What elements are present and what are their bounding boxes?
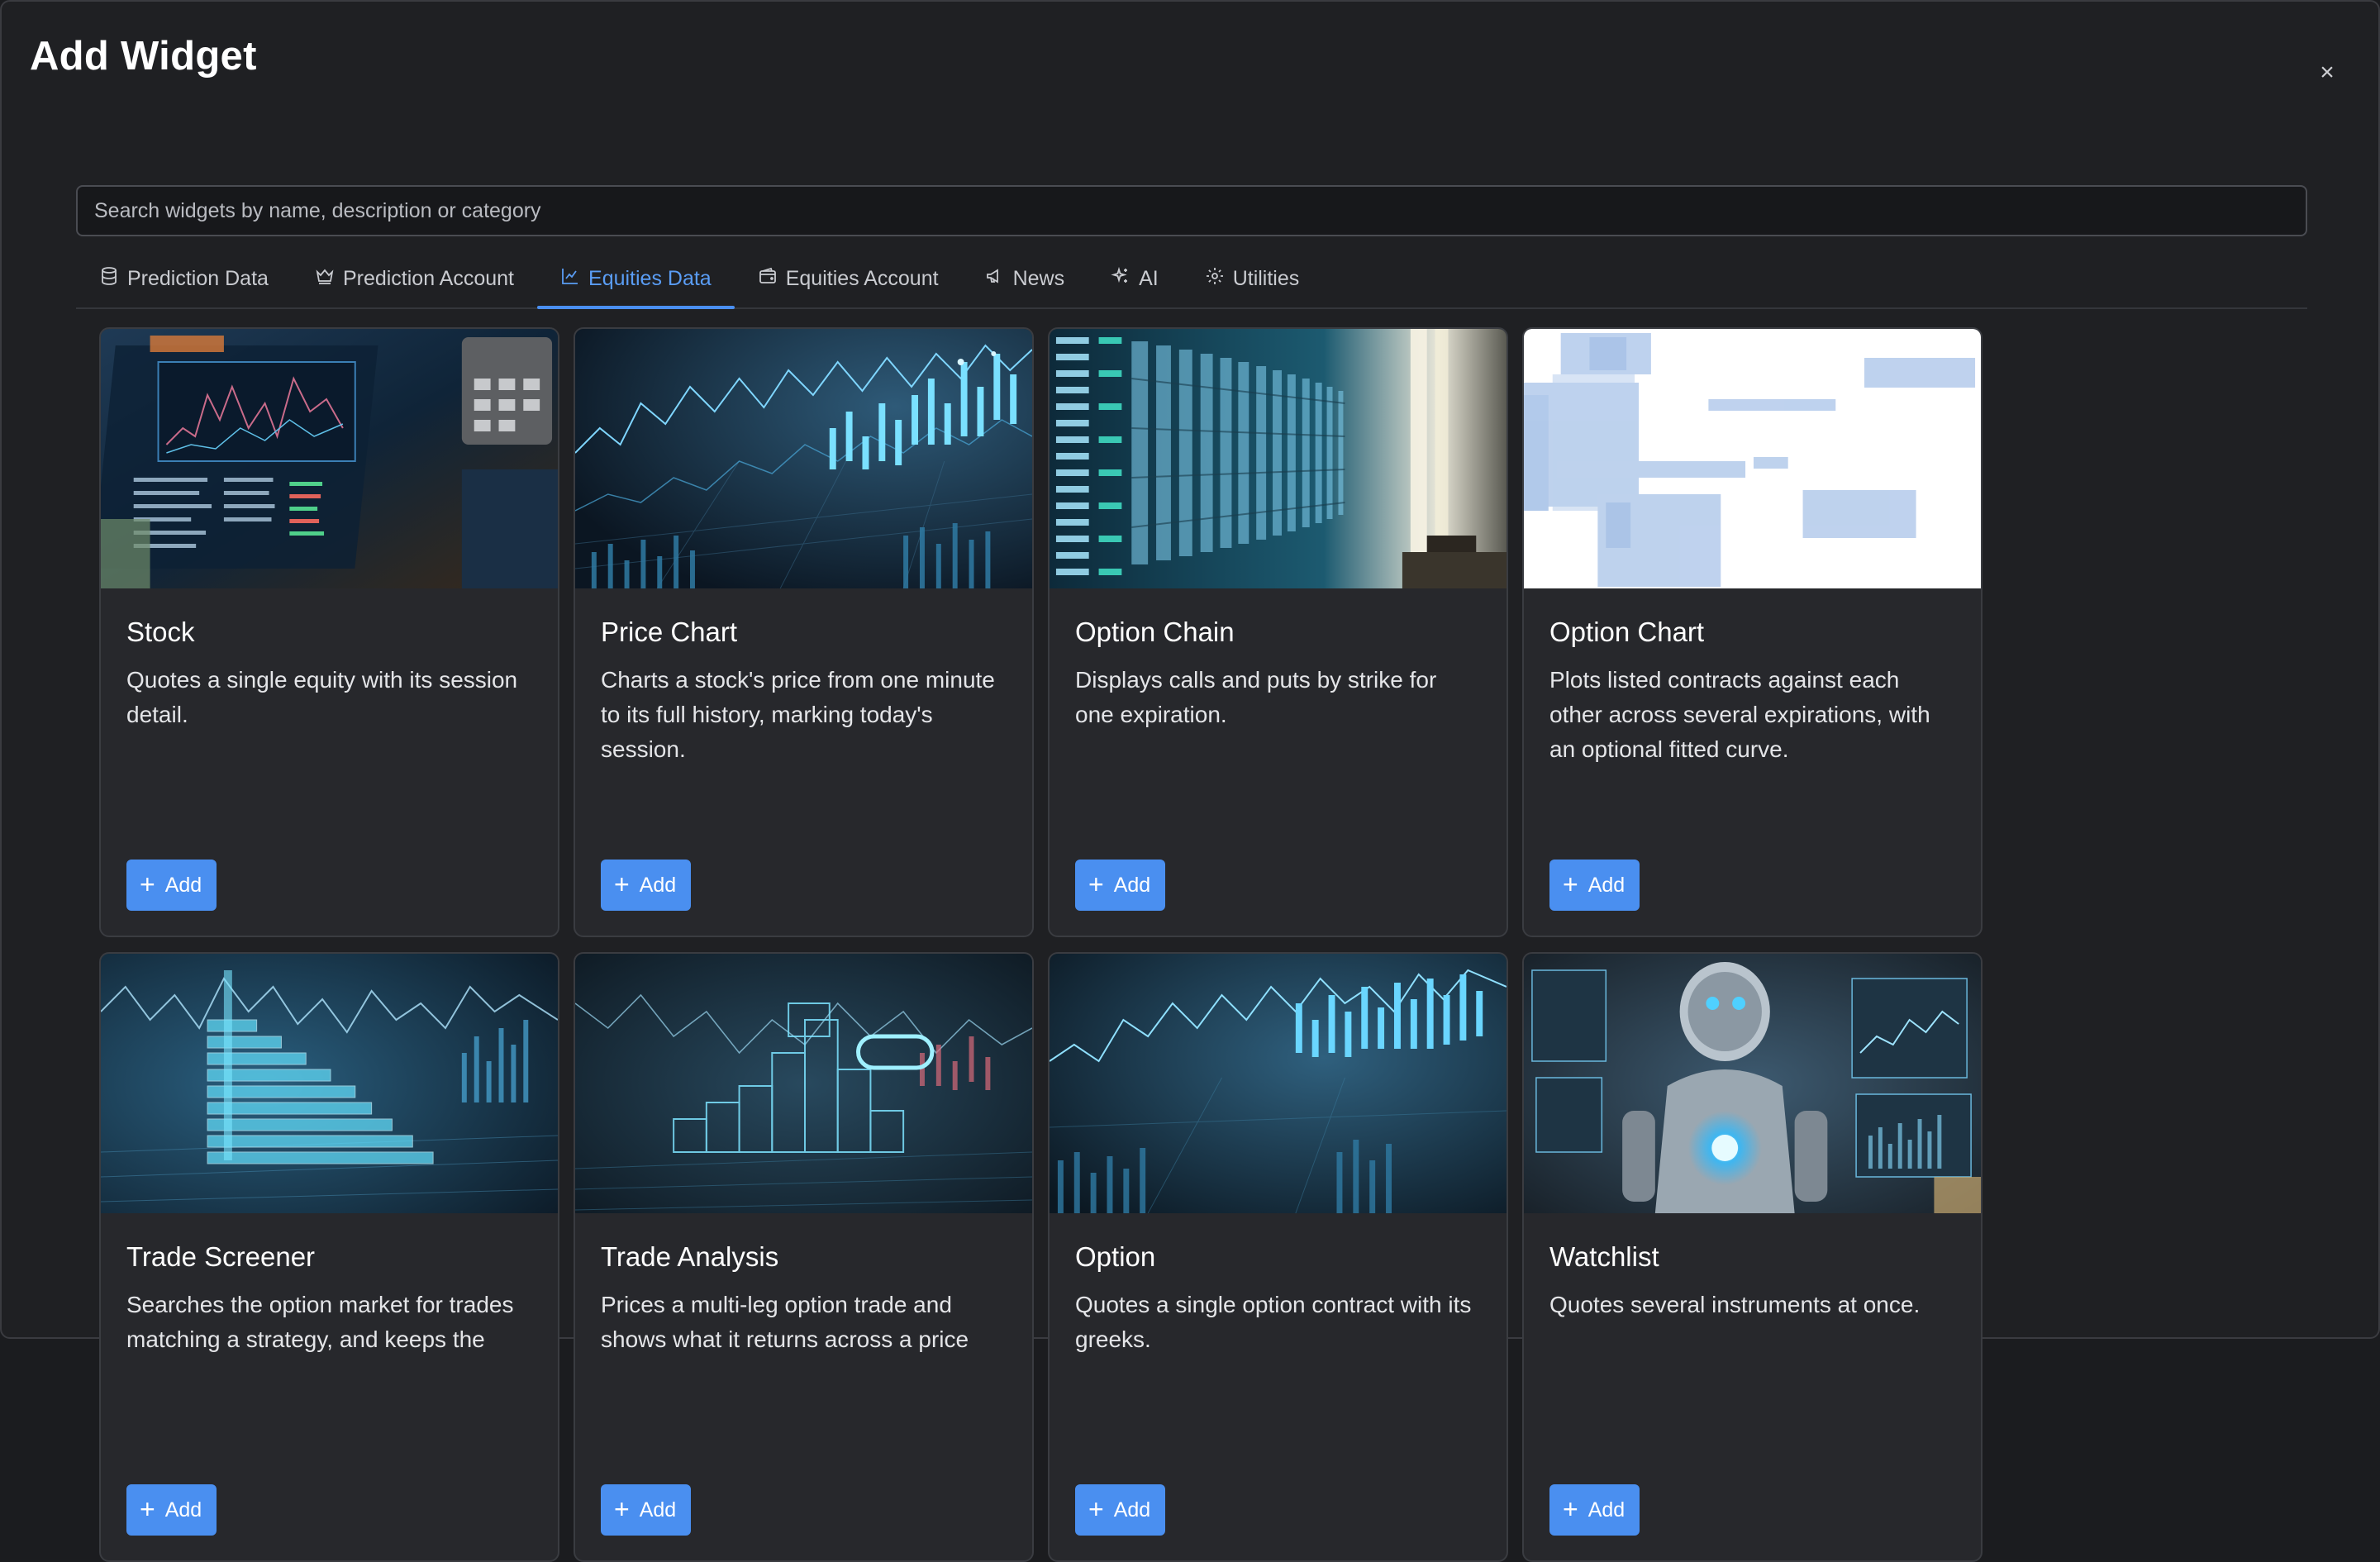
add-label: Add — [164, 873, 202, 897]
add-label: Add — [1113, 1498, 1151, 1522]
add-label: Add — [1587, 1498, 1626, 1522]
widget-card-stock: Stock Quotes a single equity with its se… — [99, 327, 559, 937]
widget-title: Option — [1075, 1241, 1156, 1272]
sparkles-icon — [1111, 266, 1130, 292]
widget-card-trade-analysis: Trade Analysis Prices a multi-leg option… — [574, 952, 1034, 1562]
crown-icon — [315, 266, 335, 292]
tab-label: Equities Data — [588, 266, 712, 290]
widget-title: Option Chain — [1075, 617, 1235, 647]
wallet-icon — [758, 266, 778, 292]
widget-description: Charts a stock's price from one minute t… — [601, 667, 995, 762]
plus-icon: + — [614, 869, 630, 899]
add-watchlist-button[interactable]: + Add — [1549, 1484, 1640, 1536]
tab-equities-data[interactable]: Equities Data — [537, 250, 735, 309]
widget-description: Quotes a single equity with its session … — [126, 667, 518, 727]
widget-title: Option Chart — [1549, 617, 1705, 647]
placeholder-blocks-image — [1524, 329, 1981, 588]
screener-bars-image — [101, 954, 558, 1213]
plus-icon: + — [140, 869, 155, 899]
gear-icon — [1205, 266, 1225, 292]
stock-terminal-image — [101, 329, 558, 588]
widget-description: Quotes several instruments at once. — [1549, 1292, 1921, 1317]
widget-card-option-chain: Option Chain Displays calls and puts by … — [1048, 327, 1508, 937]
widget-card-watchlist: Watchlist Quotes several instruments at … — [1522, 952, 1983, 1562]
tab-label: Equities Account — [785, 266, 939, 290]
widget-title: Price Chart — [601, 617, 738, 647]
quote-board-image — [1050, 329, 1507, 588]
chart-line-icon — [560, 266, 580, 292]
tab-prediction-data[interactable]: Prediction Data — [76, 250, 292, 307]
tab-news[interactable]: News — [962, 250, 1088, 307]
plus-icon: + — [140, 1493, 155, 1524]
search-box — [76, 185, 2307, 236]
tab-label: Prediction Account — [342, 266, 515, 290]
plus-icon: + — [1563, 869, 1578, 899]
add-trade-analysis-button[interactable]: + Add — [601, 1484, 692, 1536]
megaphone-icon — [985, 266, 1005, 292]
tab-label: News — [1012, 266, 1065, 290]
plus-icon: + — [1088, 1493, 1104, 1524]
add-label: Add — [639, 873, 677, 897]
search-input[interactable] — [78, 187, 2306, 235]
widget-description: Displays calls and puts by strike for on… — [1075, 667, 1437, 727]
widget-title: Trade Screener — [126, 1241, 316, 1272]
widget-description: Searches the option market for trades ma… — [126, 1292, 514, 1352]
add-stock-button[interactable]: + Add — [126, 860, 217, 911]
option-chart-image — [1050, 954, 1507, 1213]
tab-label: AI — [1139, 266, 1159, 290]
plus-icon: + — [1088, 869, 1104, 899]
widget-description: Prices a multi-leg option trade and show… — [601, 1292, 969, 1352]
add-option-button[interactable]: + Add — [1075, 1484, 1166, 1536]
add-trade-screener-button[interactable]: + Add — [126, 1484, 217, 1536]
tab-utilities[interactable]: Utilities — [1182, 250, 1323, 307]
widget-title: Trade Analysis — [601, 1241, 779, 1272]
candlestick-chart-image — [575, 329, 1032, 588]
tab-equities-account[interactable]: Equities Account — [735, 250, 962, 307]
close-icon[interactable]: × — [2312, 58, 2342, 88]
widget-card-option-chart: Option Chart Plots listed contracts agai… — [1522, 327, 1983, 937]
widget-card-option: Option Quotes a single option contract w… — [1048, 952, 1508, 1562]
add-label: Add — [1113, 873, 1151, 897]
dialog-title: Add Widget — [30, 34, 257, 79]
database-icon — [99, 266, 119, 292]
add-widget-dialog: Add Widget × Prediction Data Prediction … — [0, 0, 2380, 1562]
add-option-chain-button[interactable]: + Add — [1075, 860, 1166, 911]
tab-label: Utilities — [1232, 266, 1300, 290]
add-price-chart-button[interactable]: + Add — [601, 860, 692, 911]
robot-dashboard-image — [1524, 954, 1981, 1213]
category-tabs: Prediction Data Prediction Account Equit… — [76, 250, 2307, 309]
widget-title: Watchlist — [1549, 1241, 1659, 1272]
add-option-chart-button[interactable]: + Add — [1549, 860, 1640, 911]
widget-card-trade-screener: Trade Screener Searches the option marke… — [99, 952, 559, 1562]
plus-icon: + — [1563, 1493, 1578, 1524]
tab-ai[interactable]: AI — [1088, 250, 1182, 307]
analysis-cubes-image — [575, 954, 1032, 1213]
plus-icon: + — [614, 1493, 630, 1524]
tab-label: Prediction Data — [127, 266, 269, 290]
widget-description: Plots listed contracts against each othe… — [1549, 667, 1930, 762]
tab-prediction-account[interactable]: Prediction Account — [292, 250, 537, 307]
widget-title: Stock — [126, 617, 195, 647]
add-label: Add — [639, 1498, 677, 1522]
add-label: Add — [1587, 873, 1626, 897]
widget-grid: Stock Quotes a single equity with its se… — [99, 327, 1985, 1562]
widget-description: Quotes a single option contract with its… — [1075, 1292, 1472, 1352]
add-label: Add — [164, 1498, 202, 1522]
widget-card-price-chart: Price Chart Charts a stock's price from … — [574, 327, 1034, 937]
